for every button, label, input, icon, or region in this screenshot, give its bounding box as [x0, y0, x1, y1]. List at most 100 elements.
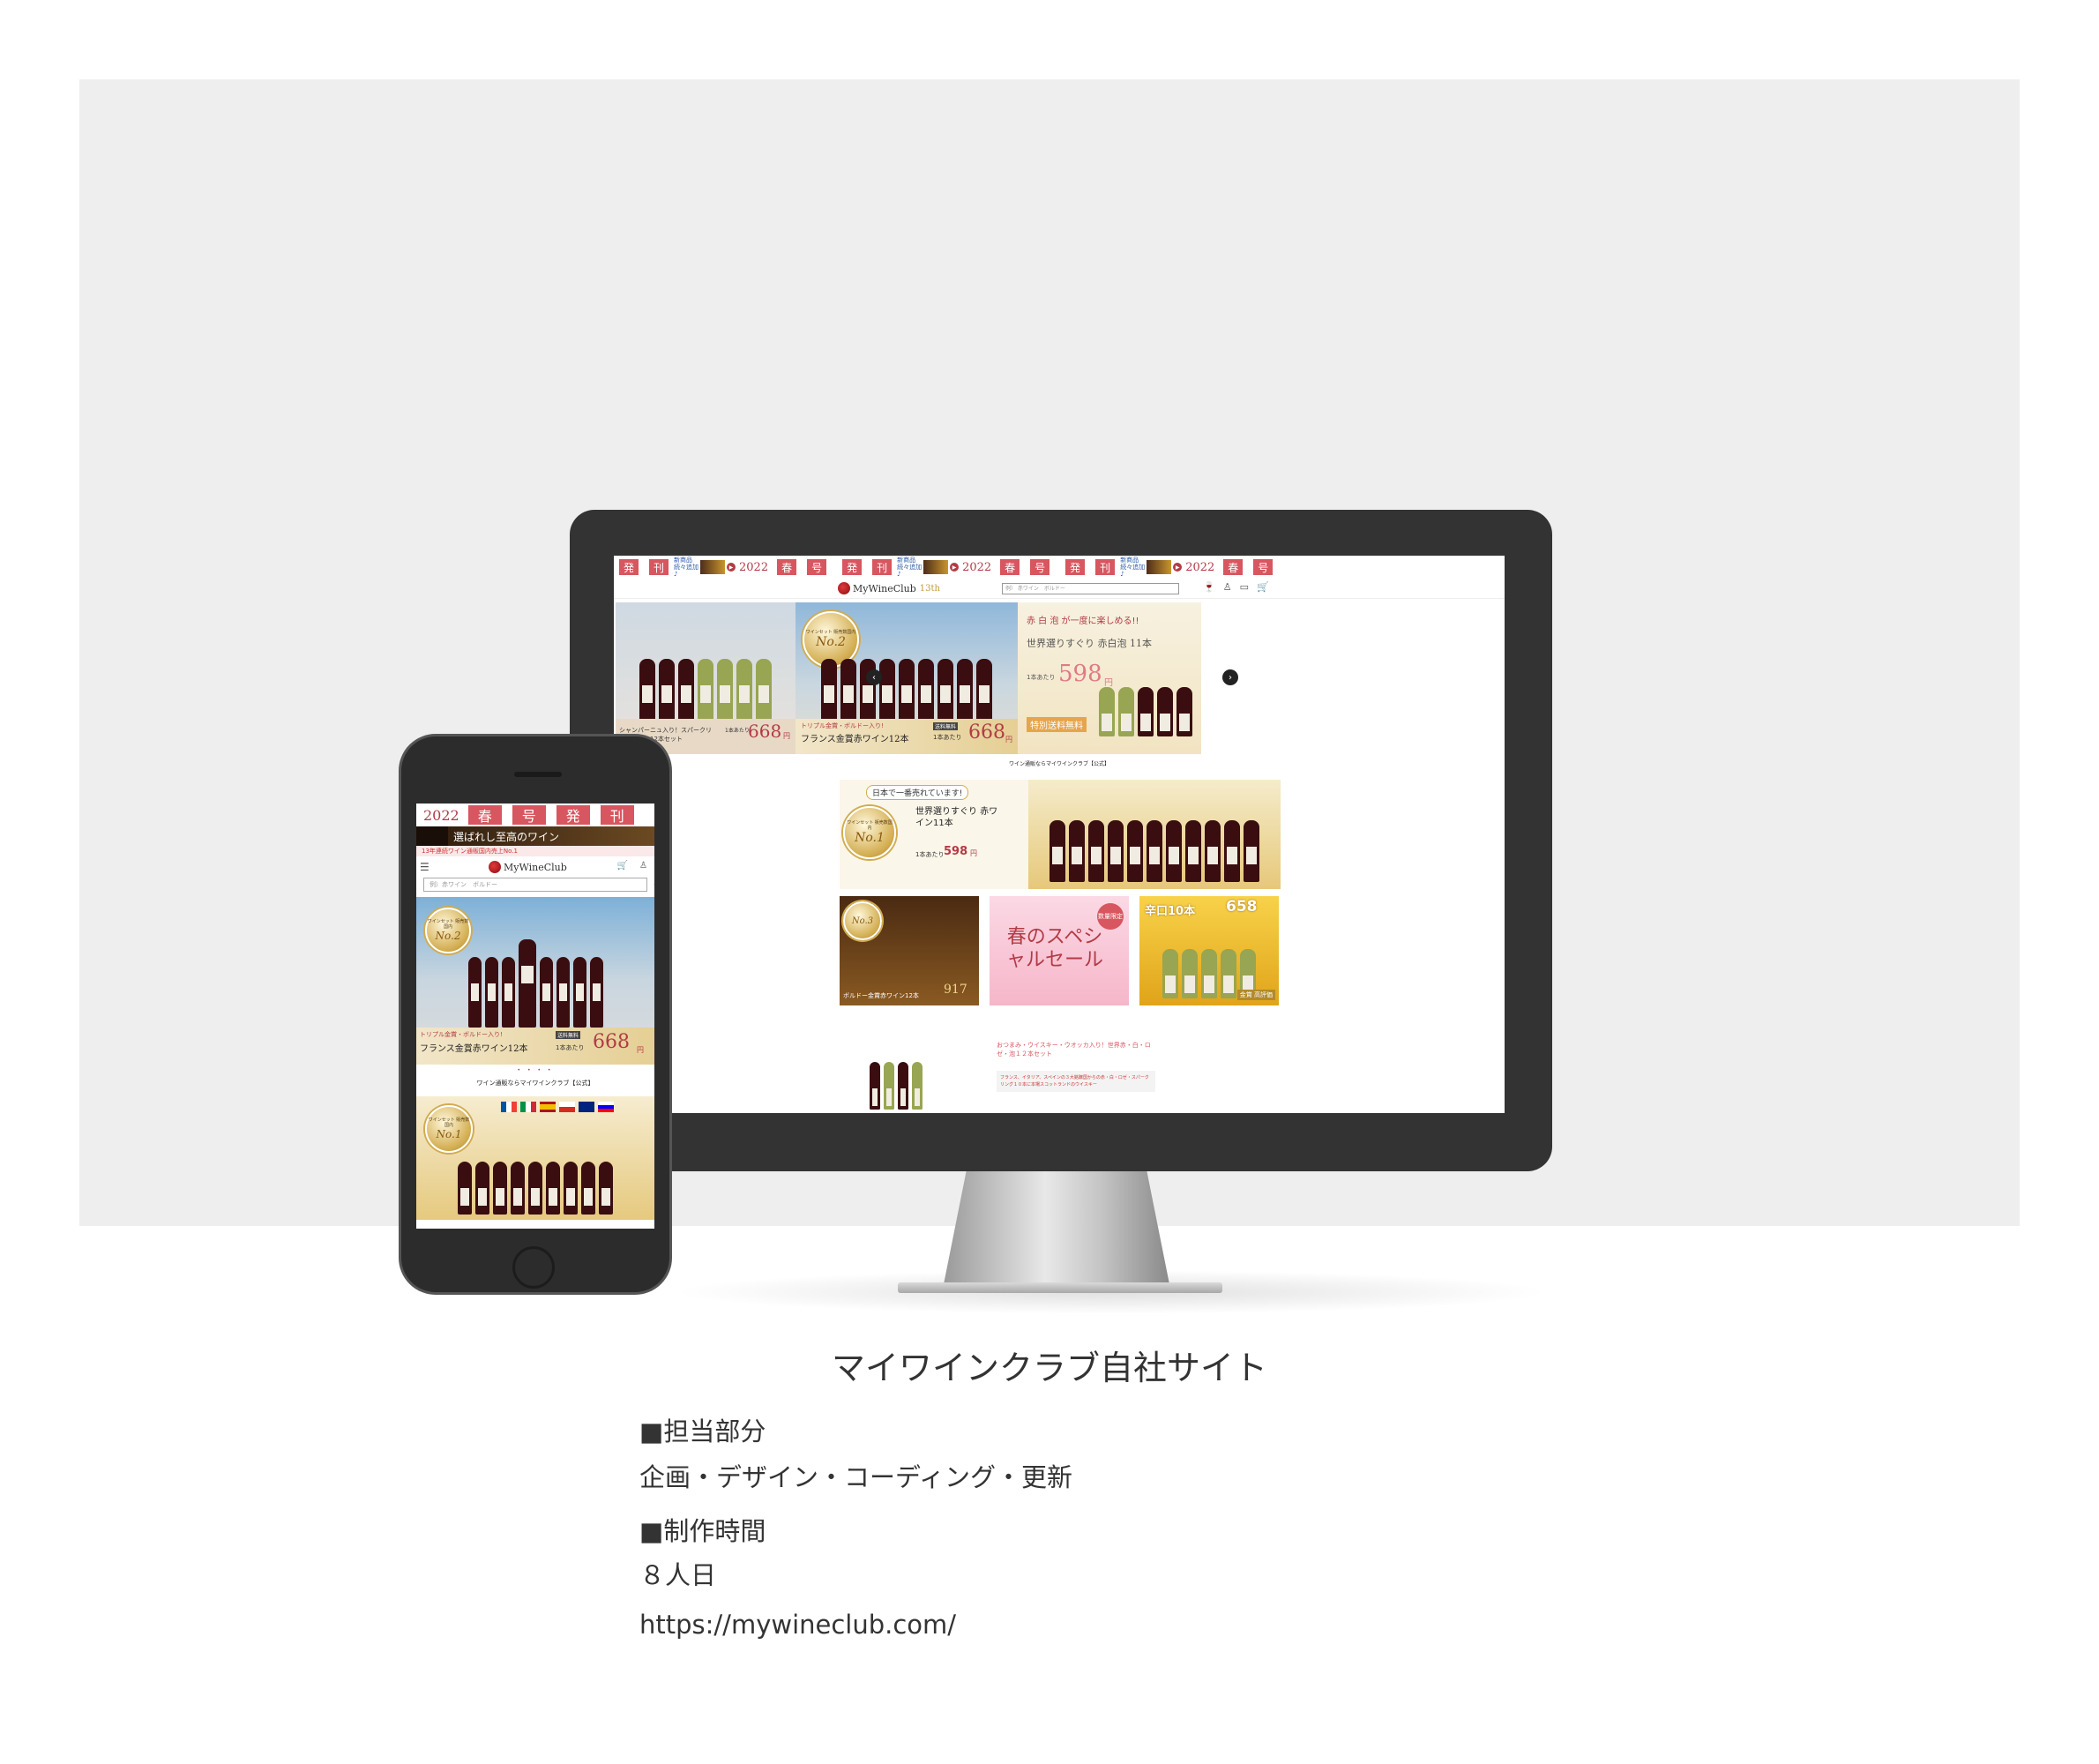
desktop-screen: 発 刊 新商品 続々追加♪ ▶ 2022 春 号 発 刊 新商品 続々追加♪ ▶…	[614, 556, 1505, 1113]
hatsu-box: 発	[1065, 559, 1086, 575]
book-icon[interactable]: ▭	[1240, 581, 1249, 593]
carousel-dots[interactable]: • • • •	[416, 1067, 654, 1073]
rank-medal: No.3	[843, 901, 882, 940]
bottle	[1088, 820, 1104, 882]
price-label: 1本あたり	[725, 728, 750, 734]
wine-glass-icon[interactable]: 🍷	[1203, 581, 1215, 593]
hamburger-menu-icon[interactable]: ☰	[420, 861, 430, 873]
mobile-campaign-banner[interactable]: 2022 春 号 発 刊	[416, 804, 654, 826]
recommend-body: フランス、イタリア、スペインの３大銘醸国からの赤・白・ロゼ・スパークリング１０本…	[997, 1071, 1155, 1092]
kan-box: 刊	[1095, 559, 1116, 575]
search-input[interactable]: 例） 赤ワイン ボルドー	[1002, 583, 1179, 594]
recommend-thumbnail[interactable]	[859, 1037, 933, 1113]
hero-slide-sparkling[interactable]: シャンパーニュ入り！スパークリングワイン12本セット 1本あたり 668 円	[616, 602, 796, 754]
bottle-group	[416, 939, 654, 1028]
card-dry-10[interactable]: 辛口10本 658 金賞 高評価	[1139, 896, 1279, 1005]
card-spring-sale[interactable]: 数量限定 春のスペシャルセール	[990, 896, 1129, 1005]
search-placeholder: 例）赤ワイン ボルドー	[430, 881, 497, 888]
bottle	[1099, 687, 1115, 736]
bottle	[1157, 687, 1173, 736]
bottle	[1201, 949, 1217, 998]
kan-box: 刊	[872, 559, 893, 575]
bottle	[475, 1162, 489, 1215]
bottle	[937, 659, 953, 721]
bottle	[898, 1062, 908, 1110]
country-flags	[501, 1102, 614, 1112]
feature-ribbon: 日本で一番売れています!	[866, 785, 969, 800]
feature-card-bottles[interactable]	[1028, 780, 1281, 889]
hero-slide-france[interactable]: ワインセット 販売数国内 No.2 トリプル金賞・ボルドー入り! フランス金賞赤…	[796, 602, 1018, 754]
mobile-hero[interactable]: ワインセット 販売数国内 No.2 トリプル金賞・ボルドー入り! フランス金賞赤…	[416, 897, 654, 1065]
price-value: 668	[968, 721, 1005, 744]
slide-headline: 世界選りすぐり 赤白泡 11本	[1027, 638, 1152, 649]
hero-slider[interactable]: シャンパーニュ入り！スパークリングワイン12本セット 1本あたり 668 円 ワ…	[614, 602, 1505, 754]
time-heading: ■制作時間	[639, 1516, 766, 1546]
price-label: 1本あたり	[556, 1044, 585, 1051]
bottle-group	[616, 659, 796, 721]
user-icon[interactable]: ♙	[639, 861, 647, 871]
header-icons: 🍷 ♙ ▭ 🛒	[1203, 581, 1269, 593]
bottle	[581, 1162, 595, 1215]
price-label: 1本あたり	[933, 734, 962, 741]
price-value: 658	[1226, 898, 1258, 916]
bottle	[493, 1162, 507, 1215]
shipping-badge: 特別送料無料	[1027, 717, 1087, 732]
bottle	[589, 957, 603, 1028]
feature-headline: 世界選りすぐり 赤ワイン11本	[915, 807, 998, 828]
site-url-link[interactable]: https://mywineclub.com/	[639, 1610, 956, 1640]
hero-slide-red-white-sparkling[interactable]: 赤 白 泡 が一度に楽しめる!! 世界選りすぐり 赤白泡 11本 1本あたり 5…	[1018, 602, 1201, 754]
play-icon[interactable]: ▶	[727, 563, 736, 572]
anniversary-badge: 13th	[919, 583, 940, 594]
top-campaign-banner[interactable]: 発 刊 新商品 続々追加♪ ▶ 2022 春 号 発 刊 新商品 続々追加♪ ▶…	[614, 556, 1505, 579]
spring-box: 春	[1000, 559, 1020, 575]
prev-arrow-icon[interactable]: ‹	[866, 669, 882, 685]
bottle	[484, 957, 498, 1028]
italy-flag-icon	[520, 1102, 536, 1112]
bottle	[639, 659, 655, 721]
medal-text: ワインセット 販売数国内	[847, 820, 893, 831]
card-headline: 春のスペシャルセール	[1005, 926, 1103, 971]
bottle	[1118, 687, 1134, 736]
mobile-header: ☰ MyWineClub 🛒 ♙	[416, 856, 654, 878]
bottle	[556, 957, 570, 1028]
bottle	[698, 659, 713, 721]
price-value: 598	[944, 845, 968, 858]
user-icon[interactable]: ♙	[1223, 581, 1232, 593]
yen-label: 円	[1005, 736, 1012, 744]
next-arrow-icon[interactable]: ›	[1222, 669, 1238, 685]
slide-subheadline: トリプル金賞・ボルドー入り!	[801, 722, 884, 729]
play-icon[interactable]: ▶	[1173, 563, 1183, 572]
recommend-title[interactable]: おつまみ・ウイスキー・ウオッカ入り！世界赤・白・ロゼ・泡１２本セット	[997, 1041, 1155, 1058]
mobile-promo-band[interactable]: 選ばれし至高のワイン	[416, 826, 654, 846]
recommend-info: おつまみ・ウイスキー・ウオッカ入り！世界赤・白・ロゼ・泡１２本セット フランス、…	[997, 1041, 1155, 1111]
site-logo[interactable]: MyWineClub 13th	[838, 582, 940, 594]
card-bordeaux-no3[interactable]: No.3 ボルドー金賞赤ワイン12本 917	[840, 896, 979, 1005]
kan-box: 刊	[649, 559, 669, 575]
bottle	[1138, 687, 1154, 736]
play-icon[interactable]: ▶	[950, 563, 960, 572]
slovenia-flag-icon	[598, 1102, 614, 1112]
mobile-feature-card[interactable]: ワインセット 販売数国内 No.1	[416, 1096, 654, 1220]
slide-price-band: トリプル金賞・ボルドー入り! フランス金賞赤ワイン12本 送料無料 1本あたり …	[416, 1028, 654, 1065]
slide-price-band: トリプル金賞・ボルドー入り! フランス金賞赤ワイン12本 送料無料 1本あたり …	[796, 719, 1018, 754]
cart-icon[interactable]: 🛒	[617, 861, 628, 871]
project-title: マイワインクラブ自社サイト	[831, 1349, 1267, 1387]
site-logo[interactable]: MyWineClub	[489, 861, 567, 873]
cart-icon[interactable]: 🛒	[1257, 581, 1269, 593]
chile-flag-icon	[559, 1102, 575, 1112]
mobile-search-input[interactable]: 例）赤ワイン ボルドー ⌕	[423, 878, 654, 892]
bottle	[599, 1162, 613, 1215]
bottle	[860, 659, 876, 721]
slide-subheadline: トリプル金賞・ボルドー入り!	[420, 1031, 503, 1038]
bottle	[546, 1162, 560, 1215]
yen-label: 円	[783, 732, 790, 740]
issue-box: 号	[807, 559, 827, 575]
bottle	[840, 659, 856, 721]
year-label: 2022	[739, 560, 769, 574]
promo-thumbnail	[416, 826, 448, 846]
medal-rank: No.2	[816, 635, 846, 649]
medal-text: ワインセット 販売数国内	[427, 919, 469, 930]
bottle	[756, 659, 772, 721]
bottle	[1176, 687, 1192, 736]
feature-card-no1[interactable]: 日本で一番売れています! ワインセット 販売数国内 No.1 世界選りすぐり 赤…	[840, 780, 1028, 889]
